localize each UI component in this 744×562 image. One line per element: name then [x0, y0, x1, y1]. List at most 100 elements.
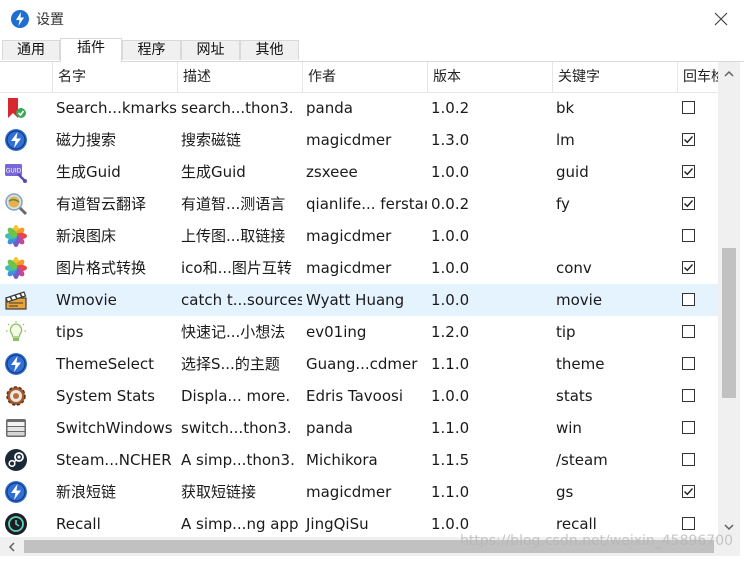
enter-checkbox[interactable]	[682, 357, 695, 370]
cell-description: A simp...thon3.	[181, 451, 295, 469]
cell-author: magicdmer	[306, 259, 392, 277]
cell-author: panda	[306, 99, 353, 117]
cell-version: 1.1.0	[431, 419, 470, 437]
cell-keyword: tip	[556, 323, 576, 341]
table-row[interactable]: 新浪短链 获取短链接 magicdmer 1.1.0 gs	[0, 476, 718, 508]
cell-name: 有道智云翻译	[56, 195, 147, 213]
enter-checkbox[interactable]	[682, 453, 695, 466]
column-header-enter[interactable]: 回车检	[677, 62, 718, 92]
column-header-author[interactable]: 作者	[302, 62, 427, 92]
table-row[interactable]: SwitchWindows switch...thon3. panda 1.1.0 wi…	[0, 412, 718, 444]
close-button[interactable]	[698, 0, 744, 38]
photos-flower-icon	[4, 256, 28, 280]
table-row[interactable]: 新浪图床 上传图...取链接 magicdmer 1.0.0	[0, 220, 718, 252]
cell-author: magicdmer	[306, 227, 392, 245]
table-row[interactable]: 磁力搜索 搜索磁链 magicdmer 1.3.0 lm	[0, 124, 718, 156]
cell-name: tips	[56, 323, 84, 341]
cell-name: SwitchWindows	[56, 419, 173, 437]
cell-name: 图片格式转换	[56, 259, 147, 277]
cell-author: Michikora	[306, 451, 378, 469]
bookmark-icon	[4, 96, 28, 120]
enter-checkbox[interactable]	[682, 421, 695, 434]
photos-flower-icon	[4, 224, 28, 248]
window-bottom-edge	[0, 556, 744, 562]
cell-description: search...thon3.	[181, 99, 294, 117]
enter-checkbox[interactable]	[682, 261, 695, 274]
enter-checkbox[interactable]	[682, 325, 695, 338]
cell-description: switch...thon3.	[181, 419, 292, 437]
table-header: 名字 描述 作者 版本 关键字 回车检	[0, 62, 718, 93]
cell-version: 1.0.0	[431, 291, 470, 309]
enter-checkbox[interactable]	[682, 517, 695, 530]
svg-text:GUID: GUID	[6, 168, 22, 175]
vertical-scroll-thumb[interactable]	[722, 248, 736, 398]
table-row[interactable]: 有道智云翻译 有道智...测语言 qianlife... ferstar 0.0.2 f…	[0, 188, 718, 220]
enter-checkbox[interactable]	[682, 293, 695, 306]
tab-plugins[interactable]: 插件	[60, 38, 122, 62]
guid-icon: GUID	[4, 160, 28, 184]
cell-keyword: /steam	[556, 451, 608, 469]
checkmark-icon	[684, 264, 694, 272]
cell-author: Guang...cdmer	[306, 355, 418, 373]
table-row[interactable]: GUID 生成Guid 生成Guid zsxeee 1.0.0 guid	[0, 156, 718, 188]
table-row[interactable]: Wmovie catch t...sources Wyatt Huang 1.0.0 m…	[0, 284, 718, 316]
vertical-scrollbar[interactable]	[718, 62, 740, 540]
cell-author: magicdmer	[306, 483, 392, 501]
scroll-down-icon[interactable]	[724, 523, 734, 531]
cell-keyword: bk	[556, 99, 575, 117]
cell-version: 1.0.0	[431, 387, 470, 405]
enter-checkbox[interactable]	[682, 133, 695, 146]
window-title: 设置	[36, 12, 64, 28]
lightning-icon	[4, 480, 28, 504]
enter-checkbox[interactable]	[682, 485, 695, 498]
tab-programs[interactable]: 程序	[122, 40, 181, 60]
plugin-table: 名字 描述 作者 版本 关键字 回车检 Search...kmarkssearc…	[0, 62, 718, 540]
column-header-description[interactable]: 描述	[177, 62, 302, 92]
column-header-keyword[interactable]: 关键字	[552, 62, 677, 92]
cell-name: 新浪短链	[56, 483, 117, 501]
column-header-version[interactable]: 版本	[427, 62, 552, 92]
watermark: https://blog.csdn.net/weixin_45896700	[460, 533, 734, 549]
tab-other[interactable]: 其他	[240, 40, 299, 60]
cell-description: A simp...ng app	[181, 515, 299, 533]
checkmark-icon	[684, 488, 694, 496]
cell-name: 磁力搜索	[56, 131, 117, 149]
cell-description: Displa... more.	[181, 387, 291, 405]
cell-name: Search...kmarks	[56, 99, 177, 117]
cell-author: qianlife... ferstar	[306, 195, 427, 213]
cell-author: JingQiSu	[306, 515, 369, 533]
app-lightning-icon	[11, 10, 29, 28]
cell-description: catch t...sources	[181, 291, 302, 309]
cell-keyword: guid	[556, 163, 589, 181]
scroll-left-icon[interactable]	[8, 542, 16, 552]
lightbulb-icon	[4, 320, 28, 344]
table-row[interactable]: Search...kmarks search...thon3. panda 1.0.2…	[0, 92, 718, 124]
tab-websites[interactable]: 网址	[181, 40, 240, 60]
checkmark-icon	[684, 200, 694, 208]
lightning-icon	[4, 128, 28, 152]
cell-keyword: gs	[556, 483, 574, 501]
table-row[interactable]: Steam...NCHER A simp...thon3. Michikora 1.1…	[0, 444, 718, 476]
cell-version: 1.3.0	[431, 131, 470, 149]
tab-general[interactable]: 通用	[2, 40, 60, 60]
cell-description: 快速记...小想法	[181, 323, 286, 341]
cell-keyword: theme	[556, 355, 605, 373]
scroll-up-icon[interactable]	[724, 70, 734, 78]
enter-checkbox[interactable]	[682, 197, 695, 210]
table-row[interactable]: 图片格式转换 ico和...图片互转 magicdmer 1.0.0 conv	[0, 252, 718, 284]
cell-description: 获取短链接	[181, 483, 257, 501]
enter-checkbox[interactable]	[682, 165, 695, 178]
table-row[interactable]: ThemeSelect 选择S...的主题 Guang...cdmer 1.1.0 th…	[0, 348, 718, 380]
checkmark-icon	[684, 136, 694, 144]
cell-description: 搜索磁链	[181, 131, 242, 149]
cell-version: 0.0.2	[431, 195, 470, 213]
cell-keyword: conv	[556, 259, 592, 277]
cell-keyword	[552, 220, 677, 252]
enter-checkbox[interactable]	[682, 229, 695, 242]
enter-checkbox[interactable]	[682, 389, 695, 402]
enter-checkbox[interactable]	[682, 101, 695, 114]
column-header-name[interactable]: 名字	[52, 62, 177, 92]
cell-author: Edris Tavoosi	[306, 387, 404, 405]
table-row[interactable]: System Stats Displa... more. Edris Tavoosi…	[0, 380, 718, 412]
table-row[interactable]: tips 快速记...小想法 ev01ing 1.2.0 tip	[0, 316, 718, 348]
